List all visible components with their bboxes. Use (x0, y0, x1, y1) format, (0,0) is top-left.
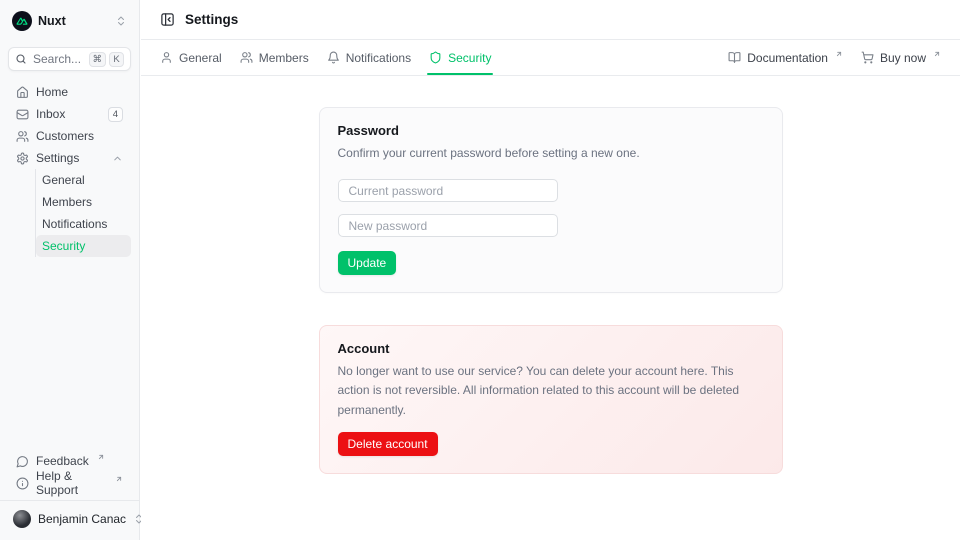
link-label: Documentation (747, 51, 828, 65)
inbox-icon (16, 108, 29, 121)
user-icon (160, 51, 173, 64)
tab-label: Security (448, 51, 491, 65)
shield-icon (429, 51, 442, 64)
external-link-icon (933, 50, 941, 58)
tab-label: Members (259, 51, 309, 65)
users-icon (16, 130, 29, 143)
book-open-icon (728, 51, 741, 64)
main-panel: Settings General Members Notifications (141, 0, 960, 540)
password-card-title: Password (338, 123, 764, 138)
shopping-cart-icon (861, 51, 874, 64)
sidebar-item-settings[interactable]: Settings (8, 147, 131, 169)
bell-icon (327, 51, 340, 64)
password-card: Password Confirm your current password b… (319, 107, 783, 293)
settings-security-content: Password Confirm your current password b… (141, 76, 960, 540)
search-input[interactable]: Search... ⌘ K (8, 47, 131, 71)
account-card-description: No longer want to use our service? You c… (338, 362, 764, 420)
search-placeholder: Search... (33, 52, 81, 66)
user-menu[interactable]: Benjamin Canac (8, 506, 131, 532)
search-shortcut: ⌘ K (89, 52, 125, 67)
page-title: Settings (185, 12, 238, 27)
sidebar-item-label: Help & Support (36, 469, 107, 497)
tab-members[interactable]: Members (240, 40, 309, 75)
users-icon (240, 51, 253, 64)
workspace-switcher[interactable]: Nuxt (8, 8, 131, 34)
account-card: Account No longer want to use our servic… (319, 325, 783, 474)
external-link-icon (97, 453, 105, 461)
password-card-description: Confirm your current password before set… (338, 144, 764, 163)
sidebar-item-customers[interactable]: Customers (8, 125, 131, 147)
sidebar-item-label: Feedback (36, 454, 89, 468)
tab-general[interactable]: General (160, 40, 222, 75)
workspace-name: Nuxt (38, 14, 66, 28)
sidebar-item-help-support[interactable]: Help & Support (8, 472, 131, 494)
page-header: Settings (141, 0, 960, 40)
sidebar-item-notifications[interactable]: Notifications (36, 213, 131, 235)
settings-tabbar: General Members Notifications Security (141, 40, 960, 76)
link-label: Buy now (880, 51, 926, 65)
tab-notifications[interactable]: Notifications (327, 40, 411, 75)
divider (0, 500, 139, 501)
avatar (13, 510, 31, 528)
sidebar-item-label: Inbox (36, 107, 65, 121)
sidebar-item-label: Home (36, 85, 68, 99)
settings-subnav: General Members Notifications Security (35, 169, 131, 257)
inbox-count-badge: 4 (108, 107, 123, 122)
sidebar-nav: Home Inbox 4 Customers Settings (8, 81, 131, 257)
account-card-title: Account (338, 341, 764, 356)
external-link-icon (835, 50, 843, 58)
sidebar-item-security[interactable]: Security (36, 235, 131, 257)
sidebar-footer: Feedback Help & Support Benjamin Canac (8, 450, 131, 532)
sidebar-item-label: Settings (36, 151, 79, 165)
sidebar-item-label: Members (42, 195, 92, 209)
buy-now-link[interactable]: Buy now (861, 51, 941, 65)
delete-account-button[interactable]: Delete account (338, 432, 438, 456)
external-link-icon (115, 475, 123, 483)
tab-label: Notifications (346, 51, 411, 65)
sidebar-item-general[interactable]: General (36, 169, 131, 191)
chat-bubble-icon (16, 455, 29, 468)
update-password-button[interactable]: Update (338, 251, 397, 275)
sidebar-item-members[interactable]: Members (36, 191, 131, 213)
sidebar-item-label: Security (42, 239, 85, 253)
documentation-link[interactable]: Documentation (728, 51, 843, 65)
sidebar-item-label: Customers (36, 129, 94, 143)
home-icon (16, 86, 29, 99)
tab-label: General (179, 51, 222, 65)
info-circle-icon (16, 477, 29, 490)
kbd-k: K (109, 52, 124, 67)
sidebar-item-home[interactable]: Home (8, 81, 131, 103)
sidebar-item-label: Notifications (42, 217, 107, 231)
tab-security[interactable]: Security (429, 40, 491, 75)
kbd-command: ⌘ (89, 52, 107, 67)
sidebar-item-inbox[interactable]: Inbox 4 (8, 103, 131, 125)
chevrons-up-down-icon (115, 15, 127, 27)
app-window: Nuxt Search... ⌘ K Home (0, 0, 960, 540)
collapse-sidebar-icon[interactable] (160, 12, 175, 27)
nuxt-logo-icon (12, 11, 32, 31)
new-password-field[interactable] (338, 214, 558, 237)
gear-icon (16, 152, 29, 165)
sidebar-item-label: General (42, 173, 85, 187)
search-icon (15, 53, 27, 65)
sidebar: Nuxt Search... ⌘ K Home (0, 0, 140, 540)
current-password-field[interactable] (338, 179, 558, 202)
user-name: Benjamin Canac (38, 512, 126, 526)
chevron-up-icon (112, 153, 123, 164)
